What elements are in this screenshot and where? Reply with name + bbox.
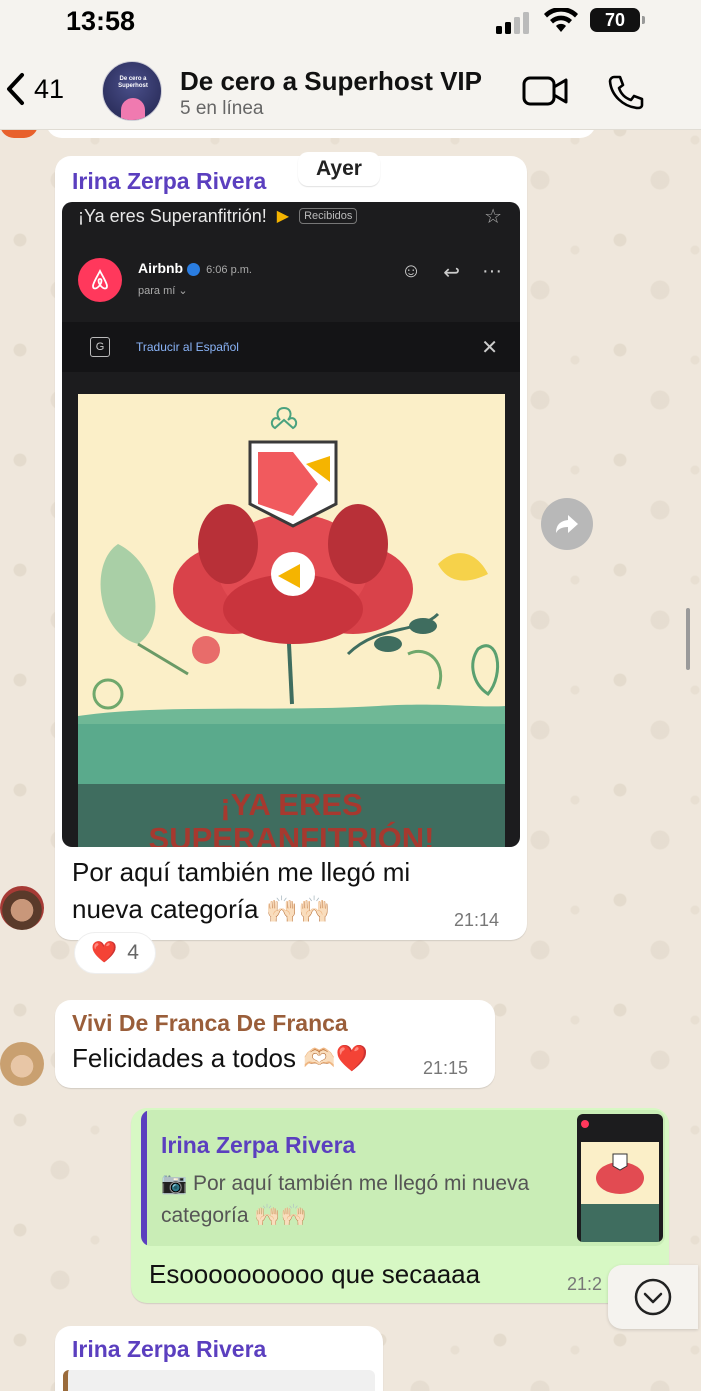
reaction-badge[interactable]: ❤️ 4 (74, 932, 156, 974)
avatar[interactable] (0, 886, 44, 930)
group-avatar[interactable]: De cero a Superhost (102, 61, 162, 121)
message-text: Por aquí también me llegó mi nueva categ… (72, 857, 411, 924)
chevron-down-circle-icon (634, 1278, 672, 1316)
group-online-status: 5 en línea (180, 98, 264, 119)
message-sender: Irina Zerpa Rivera (72, 168, 267, 194)
verified-icon (187, 262, 201, 276)
avatar[interactable] (0, 130, 38, 138)
quoted-sender: Irina Zerpa Rivera (161, 1132, 356, 1158)
phone-call-icon[interactable] (606, 74, 644, 110)
message-sender: Vivi De Franca De Franca (72, 1010, 348, 1036)
translate-bar: G Traducir al Español ✕ (62, 322, 520, 372)
group-name[interactable]: De cero a Superhost VIP (180, 66, 482, 97)
emoji-icon: ☺ (400, 260, 422, 282)
translate-icon: G (90, 337, 110, 357)
battery-level: 70 (604, 9, 626, 30)
message-bubble[interactable]: Vivi De Franca De Franca Felicidades a t… (55, 1000, 495, 1088)
close-icon: ✕ (481, 336, 498, 359)
message-time: 21:14 (454, 910, 500, 930)
wifi-icon (544, 8, 578, 32)
message-time: 21:15 (423, 1058, 469, 1078)
airbnb-logo-icon (78, 258, 122, 302)
status-time: 13:58 (66, 6, 136, 36)
previous-message-bubble (46, 130, 596, 138)
message-time: 21:2 (567, 1274, 603, 1294)
battery-indicator: 70 (590, 8, 645, 32)
important-marker-icon: ▶ (276, 208, 290, 225)
email-from: Airbnb 6:06 p.m. (138, 260, 252, 276)
forward-icon (556, 515, 578, 533)
message-text: Esoooooooooo que secaaaa (149, 1259, 481, 1289)
heart-icon: ❤️ (91, 941, 118, 964)
chat-header: 41 De cero a Superhost De cero a Superho… (0, 44, 701, 130)
quoted-message[interactable]: Irina Zerpa Rivera 📷 Por aquí también me… (141, 1110, 665, 1246)
forward-button[interactable] (541, 498, 593, 550)
quoted-image-thumbnail (577, 1114, 663, 1242)
chevron-left-icon (7, 73, 24, 105)
scrollbar[interactable] (686, 608, 690, 670)
hero-title: ¡YA ERES SUPERANFITRIÓN! (148, 787, 435, 848)
message-image[interactable]: ¡Ya eres Superanfitrión! ▶ Recibidos ☆ A… (62, 202, 520, 847)
email-label: Recibidos (299, 208, 358, 224)
status-bar: 13:58 70 (0, 0, 701, 44)
reply-icon: ↩ (443, 262, 461, 284)
camera-icon: 📷 (161, 1172, 188, 1195)
star-icon: ☆ (484, 206, 502, 228)
quoted-message (63, 1370, 375, 1391)
message-bubble[interactable]: Irina Zerpa Rivera (55, 1326, 383, 1391)
email-actions: ☺ ↩ ··· (401, 260, 502, 285)
avatar[interactable] (0, 1042, 44, 1086)
cellular-signal-icon (496, 12, 529, 34)
scroll-down-button[interactable] (608, 1265, 698, 1329)
email-recipient: para mí ⌄ (138, 285, 188, 297)
reaction-count: 4 (127, 941, 139, 964)
email-subject: ¡Ya eres Superanfitrión! ▶ Recibidos (62, 202, 520, 230)
video-call-icon[interactable] (522, 76, 568, 106)
quoted-text: 📷 Por aquí también me llegó mi nueva cat… (161, 1172, 530, 1227)
superhost-illustration: ¡YA ERES SUPERANFITRIÓN! (78, 394, 505, 847)
date-separator: Ayer (298, 152, 380, 186)
translate-label: Traducir al Español (136, 340, 239, 354)
email-sender-row: Airbnb 6:06 p.m. para mí ⌄ ☺ ↩ ··· (62, 246, 520, 316)
more-icon: ··· (482, 260, 502, 282)
message-sender: Irina Zerpa Rivera (72, 1336, 267, 1362)
message-text: Felicidades a todos 🫶🏻❤️ (72, 1043, 368, 1073)
chat-messages[interactable]: Irina Zerpa Rivera Por aquí también me l… (0, 130, 701, 1391)
group-avatar-text: De cero a Superhost (118, 76, 148, 89)
unread-count: 41 (34, 73, 65, 104)
back-button[interactable]: 41 (4, 72, 64, 106)
